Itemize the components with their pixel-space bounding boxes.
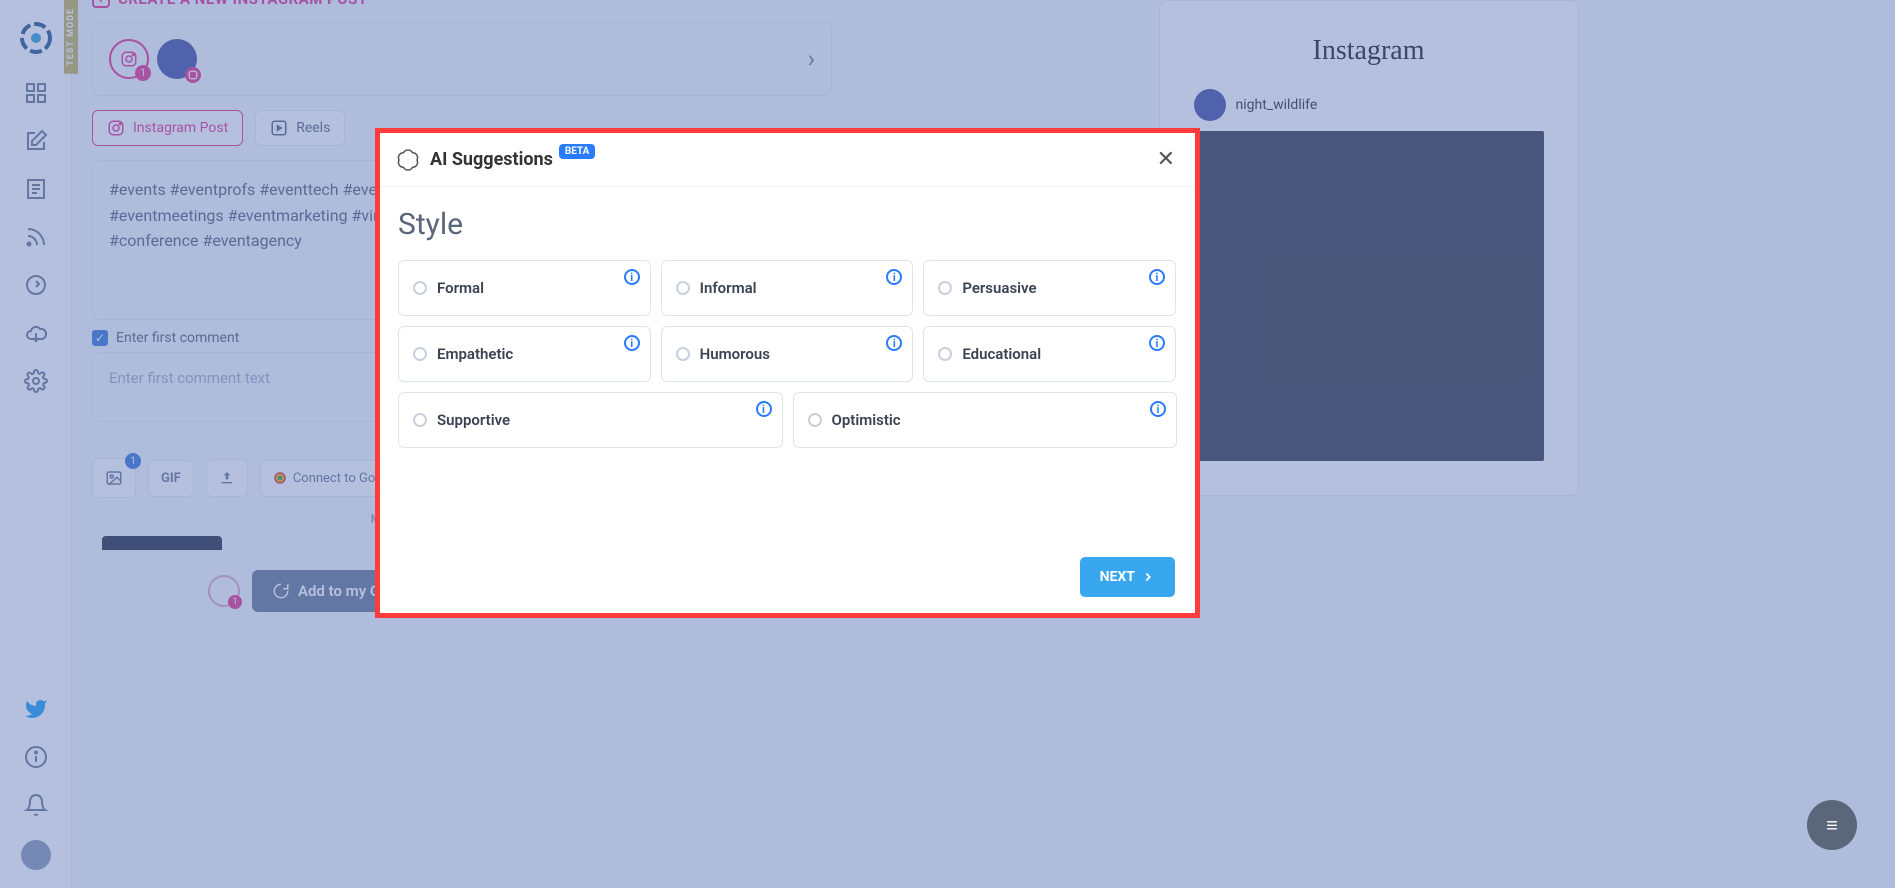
info-icon[interactable]: i bbox=[1149, 335, 1165, 351]
ai-suggestions-modal: AI Suggestions BETA ✕ Style Formal i Info… bbox=[375, 128, 1200, 618]
modal-header: AI Suggestions BETA ✕ bbox=[380, 133, 1195, 187]
info-icon[interactable]: i bbox=[1150, 401, 1166, 417]
settings-icon[interactable] bbox=[23, 368, 49, 394]
create-title-text: CREATE A NEW INSTAGRAM POST bbox=[118, 0, 368, 8]
info-icon[interactable] bbox=[23, 744, 49, 770]
option-label: Empathetic bbox=[437, 345, 513, 363]
gif-button[interactable]: GIF bbox=[148, 460, 194, 497]
style-option-humorous[interactable]: Humorous i bbox=[661, 326, 914, 382]
cloud-icon[interactable] bbox=[23, 320, 49, 346]
tab-reels[interactable]: Reels bbox=[255, 110, 345, 146]
chevron-right-icon: › bbox=[808, 45, 815, 73]
preview-avatar bbox=[1194, 89, 1226, 121]
account-count-badge: 1 bbox=[135, 65, 151, 81]
dashboard-icon[interactable] bbox=[23, 80, 49, 106]
style-option-informal[interactable]: Informal i bbox=[661, 260, 914, 316]
add-image-button[interactable]: 1 bbox=[92, 458, 136, 498]
sidebar bbox=[0, 0, 72, 888]
app-logo[interactable] bbox=[16, 18, 56, 58]
style-section-title: Style bbox=[398, 207, 1177, 242]
style-option-optimistic[interactable]: Optimistic i bbox=[793, 392, 1178, 448]
style-option-educational[interactable]: Educational i bbox=[923, 326, 1176, 382]
tab-label: Reels bbox=[296, 120, 330, 136]
info-icon[interactable]: i bbox=[756, 401, 772, 417]
tab-instagram-post[interactable]: Instagram Post bbox=[92, 110, 243, 146]
compose-icon[interactable] bbox=[23, 128, 49, 154]
option-label: Persuasive bbox=[962, 279, 1036, 297]
media-count-badge: 1 bbox=[125, 453, 141, 469]
user-avatar[interactable] bbox=[21, 840, 51, 870]
info-icon[interactable]: i bbox=[624, 335, 640, 351]
modal-footer: NEXT bbox=[380, 541, 1195, 613]
twitter-icon[interactable] bbox=[23, 696, 49, 722]
openai-icon bbox=[396, 148, 420, 172]
tab-label: Instagram Post bbox=[133, 120, 228, 136]
info-icon[interactable]: i bbox=[624, 269, 640, 285]
document-icon[interactable] bbox=[23, 176, 49, 202]
rss-icon[interactable] bbox=[23, 224, 49, 250]
media-thumb-strip bbox=[102, 536, 222, 550]
option-label: Supportive bbox=[437, 411, 510, 429]
upload-button[interactable] bbox=[206, 459, 248, 497]
bell-icon[interactable] bbox=[23, 792, 49, 818]
option-label: Informal bbox=[700, 279, 757, 297]
fab-menu-button[interactable]: ≡ bbox=[1807, 800, 1857, 850]
style-option-persuasive[interactable]: Persuasive i bbox=[923, 260, 1176, 316]
preview-image bbox=[1194, 131, 1544, 461]
option-label: Educational bbox=[962, 345, 1041, 363]
style-options-row3: Supportive i Optimistic i bbox=[398, 392, 1177, 448]
info-icon[interactable]: i bbox=[886, 335, 902, 351]
create-title: + CREATE A NEW INSTAGRAM POST bbox=[92, 0, 832, 8]
style-option-supportive[interactable]: Supportive i bbox=[398, 392, 783, 448]
style-option-formal[interactable]: Formal i bbox=[398, 260, 651, 316]
instagram-account-chip[interactable]: 1 bbox=[109, 39, 149, 79]
close-icon[interactable]: ✕ bbox=[1157, 147, 1175, 172]
radio-icon bbox=[938, 347, 952, 361]
radio-icon bbox=[808, 413, 822, 427]
radio-icon bbox=[413, 347, 427, 361]
style-option-empathetic[interactable]: Empathetic i bbox=[398, 326, 651, 382]
ig-mini-badge bbox=[185, 67, 201, 83]
profile-avatar[interactable] bbox=[157, 39, 197, 79]
preview-username: night_wildlife bbox=[1236, 97, 1318, 113]
radio-icon bbox=[676, 281, 690, 295]
first-comment-label: Enter first comment bbox=[116, 330, 239, 346]
instagram-logo: Instagram bbox=[1194, 35, 1544, 67]
recycle-icon[interactable] bbox=[23, 272, 49, 298]
info-icon[interactable]: i bbox=[1149, 269, 1165, 285]
radio-icon bbox=[938, 281, 952, 295]
style-options-row1: Formal i Informal i Persuasive i bbox=[398, 260, 1177, 316]
preview-header: night_wildlife bbox=[1194, 89, 1544, 121]
option-label: Optimistic bbox=[832, 411, 901, 429]
modal-body: Style Formal i Informal i Persuasive i Empa… bbox=[380, 187, 1195, 541]
action-account-badge: 1 bbox=[228, 595, 242, 609]
instagram-preview: Instagram night_wildlife bbox=[1159, 0, 1579, 496]
info-icon[interactable]: i bbox=[886, 269, 902, 285]
option-label: Humorous bbox=[700, 345, 770, 363]
style-options-row2: Empathetic i Humorous i Educational i bbox=[398, 326, 1177, 382]
plus-icon: + bbox=[92, 0, 110, 8]
modal-title: AI Suggestions bbox=[430, 149, 553, 170]
radio-icon bbox=[413, 413, 427, 427]
next-button[interactable]: NEXT bbox=[1080, 557, 1175, 597]
check-icon: ✓ bbox=[92, 330, 108, 346]
radio-icon bbox=[413, 281, 427, 295]
beta-badge: BETA bbox=[559, 144, 596, 159]
radio-icon bbox=[676, 347, 690, 361]
account-selector[interactable]: 1 › bbox=[92, 22, 832, 96]
action-account-chip[interactable]: 1 bbox=[208, 575, 240, 607]
option-label: Formal bbox=[437, 279, 484, 297]
